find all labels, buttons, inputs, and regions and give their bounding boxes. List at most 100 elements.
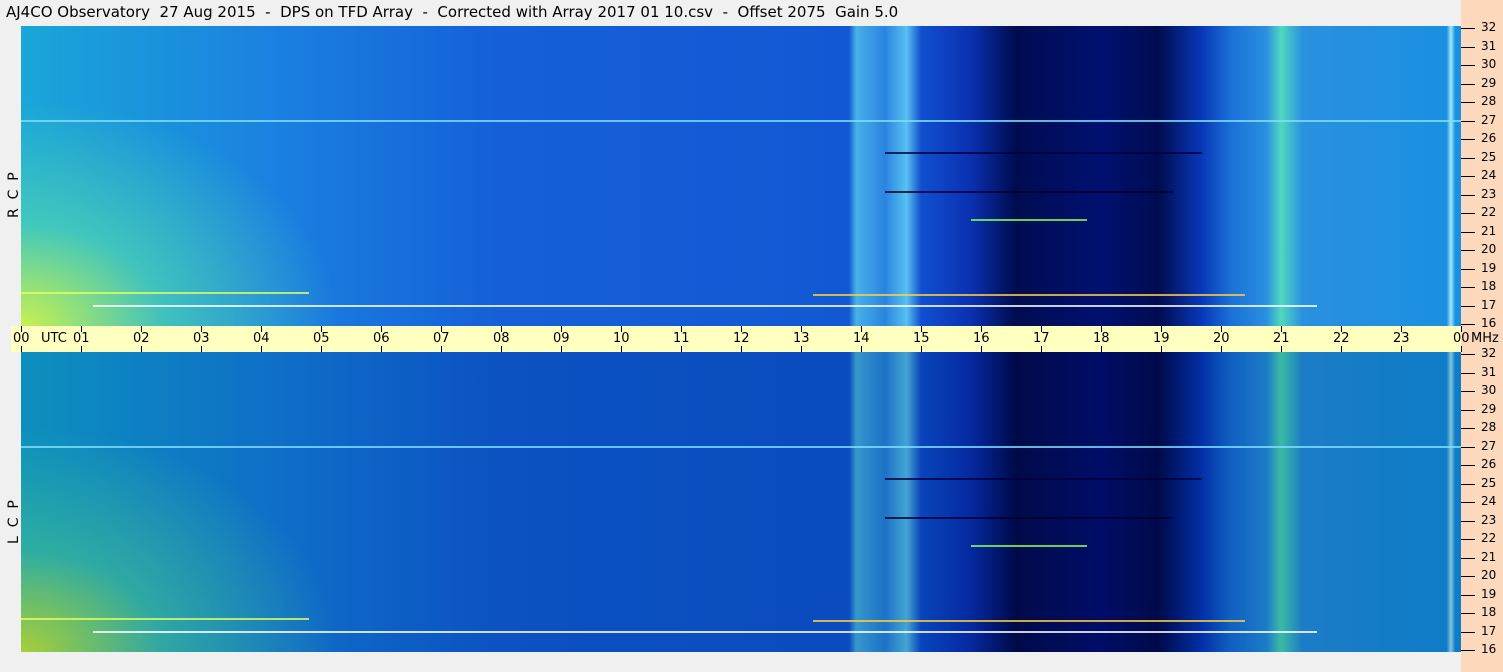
x-tick	[21, 346, 22, 352]
x-tick	[1461, 346, 1462, 352]
y-tick	[1461, 46, 1475, 48]
y-tick	[1461, 213, 1475, 214]
y-tick	[1461, 194, 1475, 196]
x-tick	[1161, 346, 1162, 352]
y-tick-label: 17	[1481, 297, 1497, 312]
chart-title: AJ4CO Observatory 27 Aug 2015 - DPS on T…	[6, 3, 899, 21]
x-tick	[681, 346, 682, 352]
y-tick	[1461, 157, 1475, 159]
x-tick-label: 21	[1273, 331, 1290, 346]
interference-line	[885, 151, 1202, 154]
y-tick-label: 28	[1481, 420, 1497, 434]
spectrogram-image	[21, 26, 1461, 326]
y-tick-label: 30	[1481, 383, 1497, 397]
x-tick-label: 19	[1153, 331, 1170, 346]
x-tick	[1281, 346, 1282, 352]
x-tick	[201, 346, 202, 352]
interference-line	[21, 445, 1461, 448]
spectrogram-image	[21, 352, 1461, 652]
interference-line	[93, 305, 1317, 308]
y-tick-label: 21	[1481, 223, 1497, 238]
y-tick	[1461, 120, 1475, 122]
y-tick	[1461, 139, 1475, 140]
y-tick-label: 18	[1481, 605, 1497, 619]
y-tick	[1461, 102, 1475, 103]
x-tick	[321, 346, 322, 352]
y-tick-label: 27	[1481, 112, 1497, 127]
y-tick	[1461, 594, 1475, 596]
y-unit-label: MHz	[1471, 331, 1499, 346]
x-tick-label: 20	[1213, 331, 1230, 346]
x-tick	[921, 346, 922, 352]
x-tick-label: 00	[13, 331, 30, 346]
y-tick	[1461, 613, 1475, 614]
y-tick-label: 16	[1481, 316, 1497, 330]
y-tick	[1461, 483, 1475, 485]
x-tick	[1041, 346, 1042, 352]
interference-line	[885, 517, 1173, 519]
y-tick	[1461, 650, 1475, 651]
y-tick-label: 23	[1481, 512, 1497, 527]
x-tick-label: 18	[1093, 331, 1110, 346]
y-tick-label: 17	[1481, 623, 1497, 638]
y-tick-label: 21	[1481, 549, 1497, 564]
y-tick-label: 31	[1481, 38, 1497, 53]
y-tick-label: 32	[1481, 346, 1497, 360]
interference-line	[813, 294, 1245, 297]
y-tick	[1461, 83, 1475, 85]
interference-line	[21, 292, 309, 295]
x-tick	[381, 346, 382, 352]
x-tick-label: 09	[553, 331, 570, 346]
x-tick-label: 10	[613, 331, 630, 346]
y-tick	[1461, 354, 1475, 355]
x-tick	[141, 346, 142, 352]
x-tick	[1221, 346, 1222, 352]
x-tick-label: 03	[193, 331, 210, 346]
y-tick-label: 25	[1481, 149, 1497, 164]
y-tick-label: 16	[1481, 642, 1497, 656]
y-tick-label: 29	[1481, 75, 1497, 90]
y-tick	[1461, 391, 1475, 392]
y-tick-label: 26	[1481, 131, 1497, 145]
y-tick-label: 20	[1481, 568, 1497, 582]
y-tick	[1461, 428, 1475, 429]
y-tick	[1461, 446, 1475, 448]
y-tick-label: 22	[1481, 205, 1497, 219]
y-tick	[1461, 268, 1475, 270]
x-tick-label: 17	[1033, 331, 1050, 346]
x-tick-label: 12	[733, 331, 750, 346]
x-tick-label: 06	[373, 331, 390, 346]
y-tick-label: 32	[1481, 20, 1497, 34]
x-tick-label: 11	[673, 331, 690, 346]
x-tick	[561, 346, 562, 352]
interference-line	[971, 219, 1087, 222]
x-tick	[621, 346, 622, 352]
y-tick	[1461, 372, 1475, 374]
x-tick-label: 02	[133, 331, 150, 346]
y-tick-label: 20	[1481, 242, 1497, 256]
x-tick-label: 07	[433, 331, 450, 346]
x-tick-label: 15	[913, 331, 930, 346]
y-tick	[1461, 28, 1475, 29]
x-tick	[441, 346, 442, 352]
y-tick-label: 19	[1481, 586, 1497, 601]
y-tick	[1461, 539, 1475, 540]
y-tick	[1461, 324, 1475, 325]
x-tick-label: 22	[1333, 331, 1350, 346]
y-tick-label: 29	[1481, 401, 1497, 416]
y-tick-label: 22	[1481, 531, 1497, 545]
y-tick-label: 24	[1481, 494, 1497, 508]
x-tick-label: 23	[1393, 331, 1410, 346]
x-tick-label: 04	[253, 331, 270, 346]
x-tick	[1101, 346, 1102, 352]
y-tick	[1461, 631, 1475, 633]
x-tick	[501, 346, 502, 352]
x-tick-label: 05	[313, 331, 330, 346]
y-tick-label: 28	[1481, 94, 1497, 108]
lcp-label: L C P	[6, 500, 22, 544]
x-tick	[861, 346, 862, 352]
interference-line	[885, 191, 1173, 193]
y-tick-label: 25	[1481, 475, 1497, 490]
y-tick-label: 23	[1481, 186, 1497, 201]
y-tick	[1461, 231, 1475, 233]
